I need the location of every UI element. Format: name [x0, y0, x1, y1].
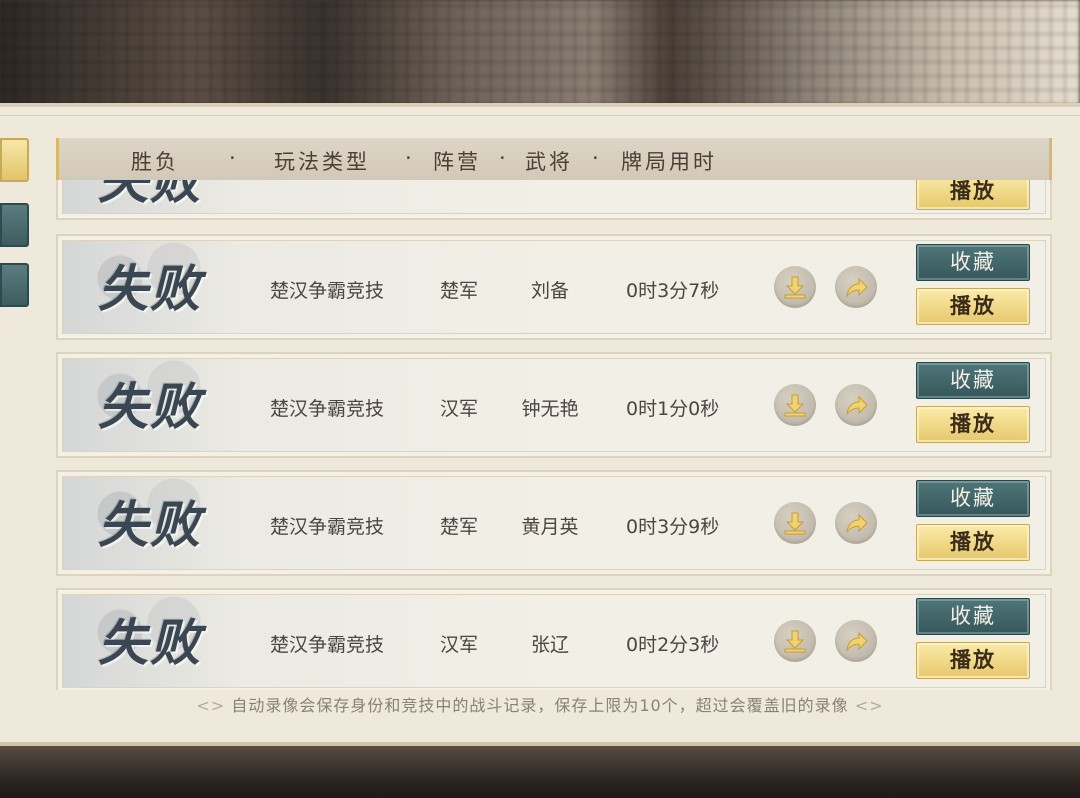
header-separator: · [229, 146, 236, 170]
general-cell: 钟无艳 [521, 398, 579, 420]
header-mode: 玩法类型 [274, 150, 370, 174]
side-tab-2[interactable] [0, 203, 29, 247]
share-button[interactable] [835, 502, 877, 544]
header-result: 胜负 [131, 150, 179, 174]
share-button[interactable] [835, 620, 877, 662]
table-row: 失败 楚汉争霸竞技 楚军 黄月英 0时3分9秒 收藏 播放 [56, 470, 1052, 576]
share-arrow-icon [846, 395, 868, 416]
favorite-button[interactable]: 收藏 [916, 244, 1030, 281]
list-header: 胜负 · 玩法类型 · 阵营 · 武将 · 牌局用时 [56, 138, 1052, 180]
mode-cell: 楚汉争霸竞技 [270, 398, 385, 420]
panel-border-line [0, 115, 1080, 116]
time-cell: 0时3分9秒 [626, 516, 720, 538]
download-button[interactable] [774, 502, 816, 544]
share-button[interactable] [835, 266, 877, 308]
header-time: 牌局用时 [621, 150, 717, 174]
result-label: 失败 [98, 259, 202, 318]
share-arrow-icon [846, 631, 868, 652]
table-row: 失败 楚汉争霸竞技 楚军 刘备 0时3分7秒 收藏 播放 [56, 234, 1052, 340]
result-label: 失败 [98, 613, 202, 672]
header-separator: · [592, 146, 599, 170]
side-tab-active[interactable] [0, 138, 29, 182]
camp-cell: 楚军 [440, 516, 479, 538]
general-cell: 黄月英 [521, 516, 579, 538]
background-scene-top [0, 0, 1080, 105]
mode-cell: 楚汉争霸竞技 [270, 516, 385, 538]
background-scene-bottom [0, 745, 1080, 798]
play-button[interactable]: 播放 [916, 524, 1030, 561]
camp-cell: 楚军 [440, 280, 479, 302]
share-button[interactable] [835, 384, 877, 426]
time-cell: 0时1分0秒 [626, 398, 720, 420]
download-icon [784, 630, 806, 653]
time-cell: 0时3分7秒 [626, 280, 720, 302]
download-button[interactable] [774, 266, 816, 308]
share-arrow-icon [846, 277, 868, 298]
ornament-left-icon: <> [196, 696, 226, 715]
download-icon [784, 512, 806, 535]
time-cell: 0时2分3秒 [626, 634, 720, 656]
camp-cell: 汉军 [440, 634, 479, 656]
download-icon [784, 394, 806, 417]
table-row: 失败 楚汉争霸竞技 汉军 张辽 0时2分3秒 收藏 播放 [56, 588, 1052, 690]
header-general: 武将 [525, 150, 573, 174]
download-icon [784, 276, 806, 299]
mode-cell: 楚汉争霸竞技 [270, 280, 385, 302]
share-arrow-icon [846, 513, 868, 534]
favorite-button[interactable]: 收藏 [916, 598, 1030, 635]
result-label: 失败 [98, 377, 202, 436]
side-tab-3[interactable] [0, 263, 29, 307]
play-button[interactable]: 播放 [916, 288, 1030, 325]
header-separator: · [499, 146, 506, 170]
replay-list[interactable]: 胜负 · 玩法类型 · 阵营 · 武将 · 牌局用时 失败 播放 失败 楚汉争霸… [56, 138, 1052, 690]
download-button[interactable] [774, 620, 816, 662]
play-button[interactable]: 播放 [916, 642, 1030, 679]
download-button[interactable] [774, 384, 816, 426]
favorite-button[interactable]: 收藏 [916, 362, 1030, 399]
header-separator: · [405, 146, 412, 170]
play-button[interactable]: 播放 [916, 406, 1030, 443]
footer-note-text: 自动录像会保存身份和竞技中的战斗记录，保存上限为10个，超过会覆盖旧的录像 [231, 696, 849, 715]
table-row: 失败 楚汉争霸竞技 汉军 钟无艳 0时1分0秒 收藏 播放 [56, 352, 1052, 458]
footer-note: <> 自动录像会保存身份和竞技中的战斗记录，保存上限为10个，超过会覆盖旧的录像… [0, 692, 1080, 716]
general-cell: 刘备 [530, 280, 569, 302]
ornament-right-icon: <> [854, 696, 884, 715]
camp-cell: 汉军 [440, 398, 479, 420]
header-camp: 阵营 [433, 150, 481, 174]
result-label: 失败 [98, 495, 202, 554]
general-cell: 张辽 [530, 634, 569, 656]
favorite-button[interactable]: 收藏 [916, 480, 1030, 517]
mode-cell: 楚汉争霸竞技 [270, 634, 385, 656]
